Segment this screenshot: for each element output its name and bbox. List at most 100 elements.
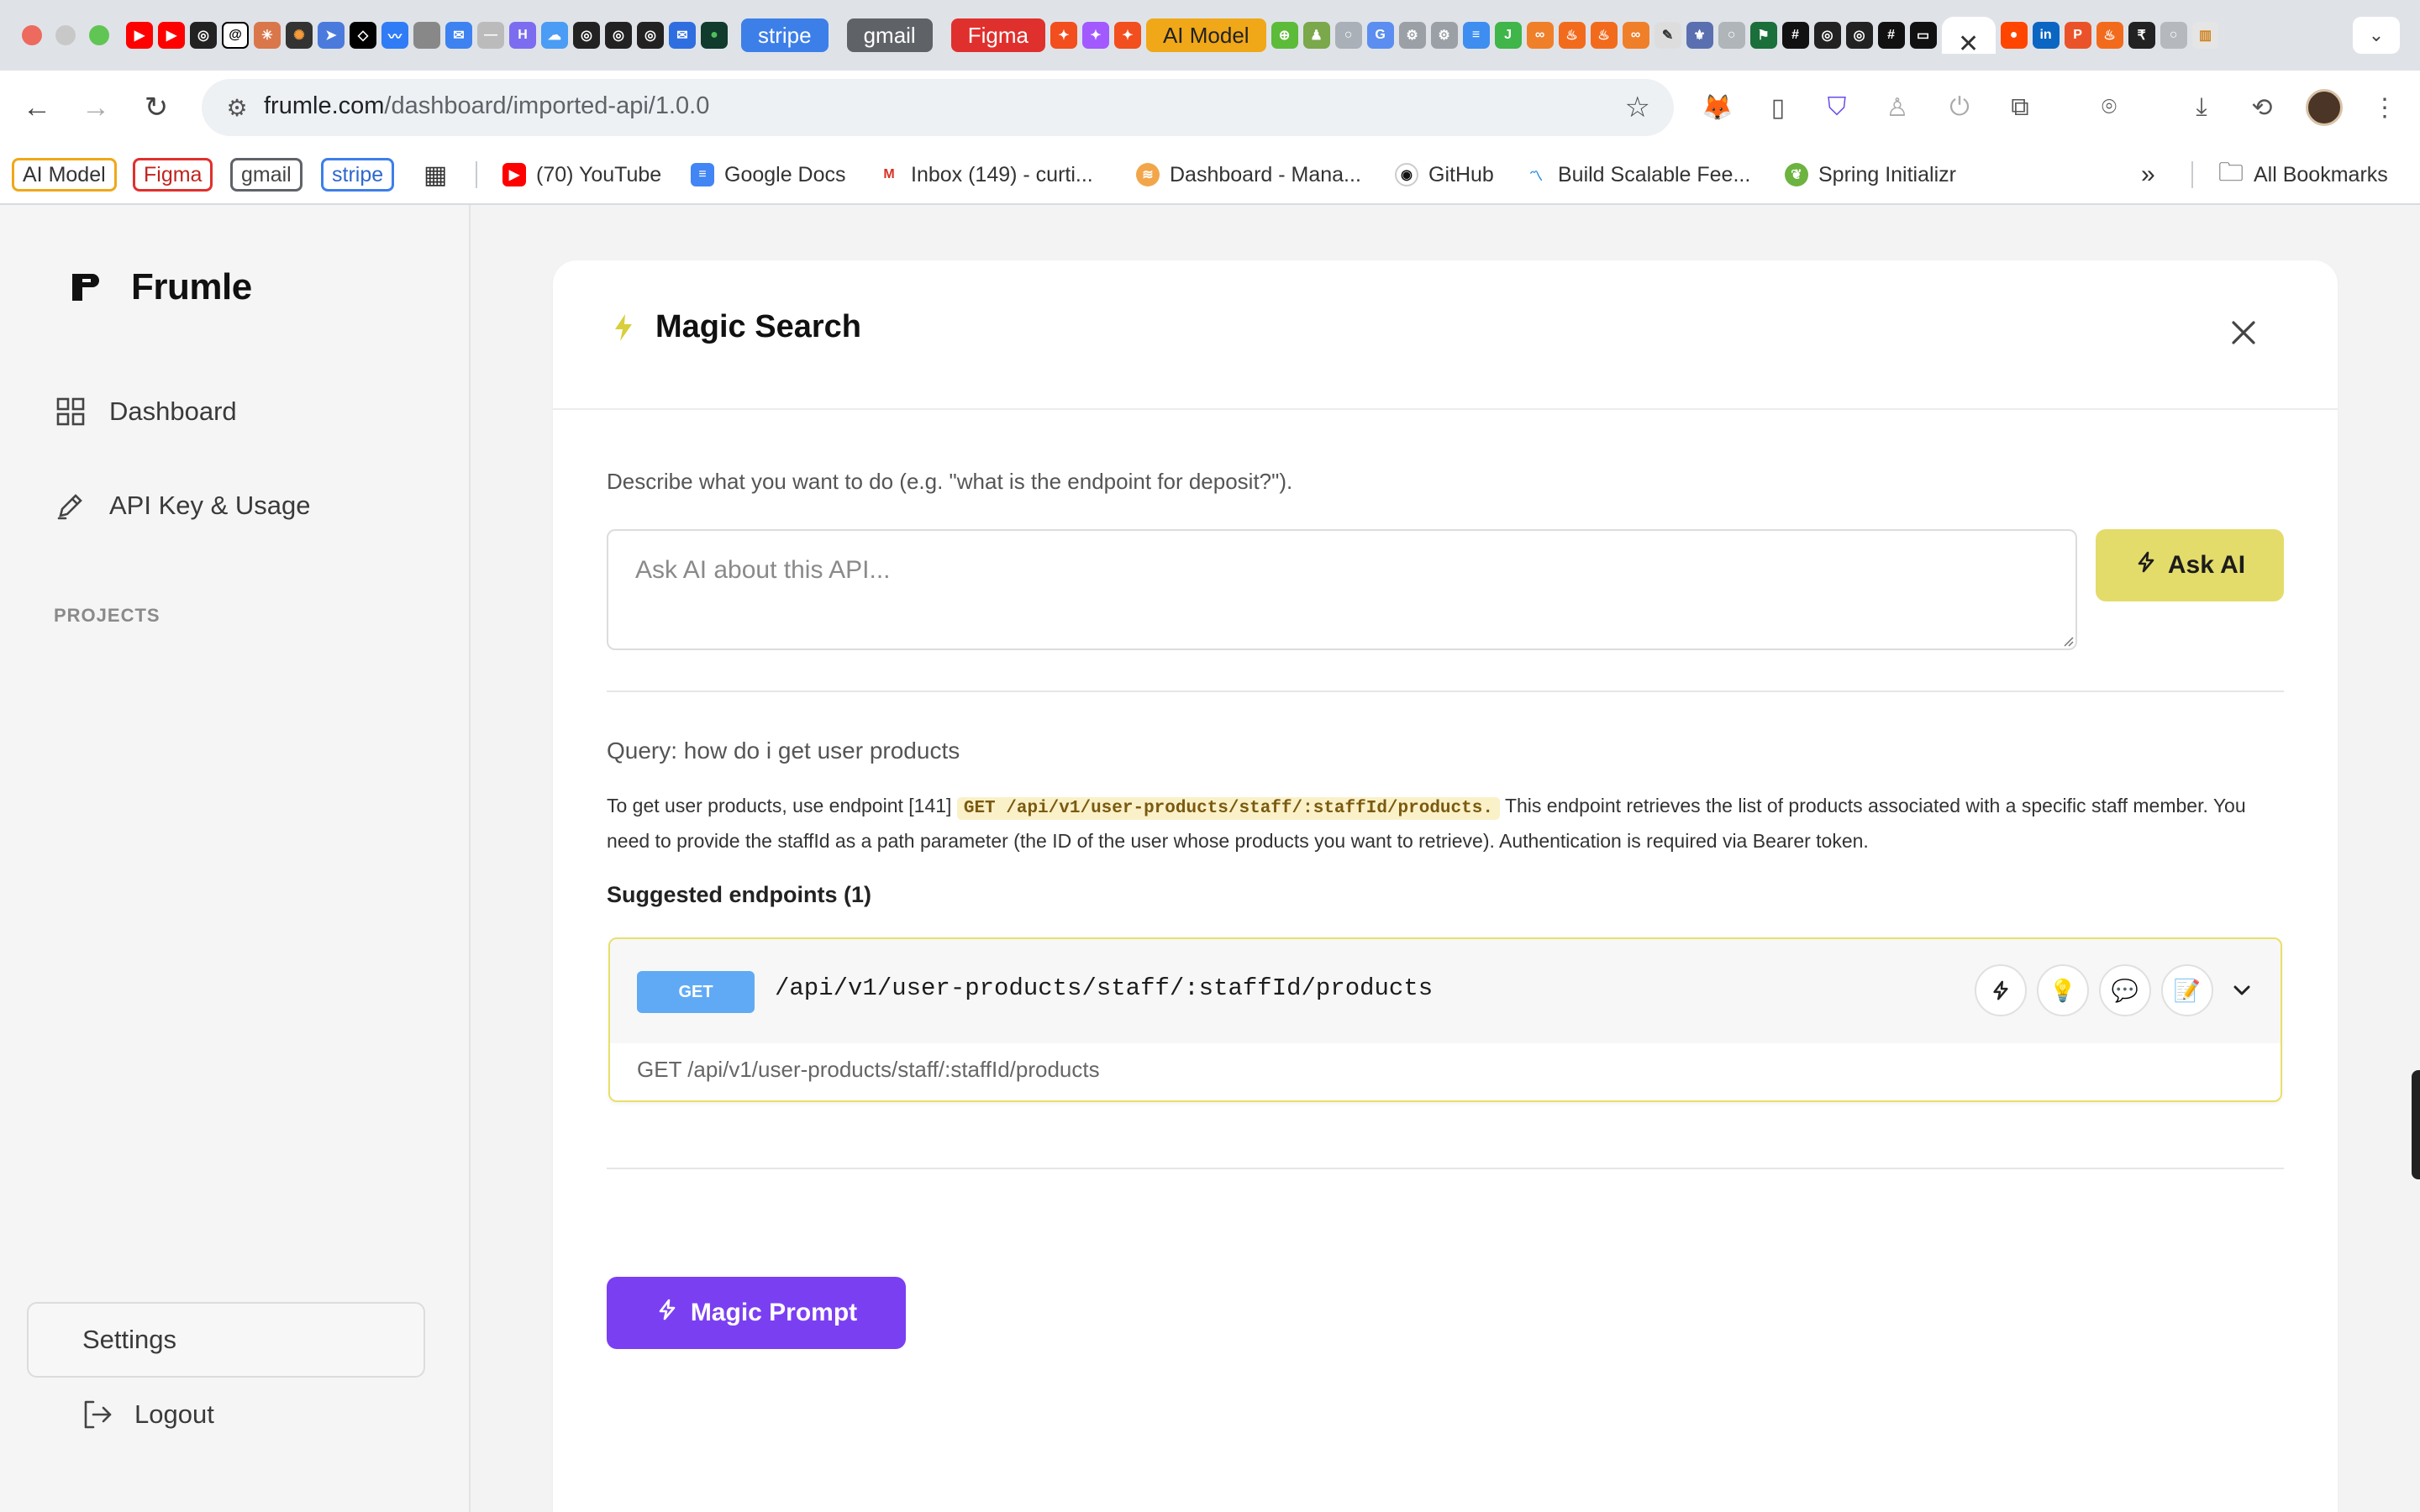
bookmark-figma[interactable]: Figma — [133, 158, 213, 192]
ask-ai-button[interactable]: Ask AI — [2096, 529, 2284, 601]
chrome-menu-icon[interactable]: ⋮ — [2366, 89, 2403, 126]
chart-tab-icon[interactable]: ▥ — [2191, 22, 2218, 49]
figma-tab-icon[interactable]: ✦ — [1050, 22, 1077, 49]
window-minimize-dot[interactable] — [55, 25, 76, 45]
bluesky-tab-icon[interactable]: ☁ — [541, 22, 568, 49]
bookmark-inbox[interactable]: M Inbox (149) - curti... — [877, 158, 1093, 192]
all-bookmarks[interactable]: 🗀 All Bookmarks — [2218, 158, 2388, 192]
youtube-tab-icon[interactable]: ▶ — [158, 22, 185, 49]
endpoint-header[interactable]: GET /api/v1/user-products/staff/:staffId… — [610, 939, 2281, 1043]
gear-tab-icon[interactable]: ⚙ — [1430, 22, 1458, 49]
chatgpt-tab-icon[interactable]: ◎ — [605, 22, 632, 49]
figma-tab-icon[interactable]: ✦ — [1113, 22, 1141, 49]
address-bar[interactable]: ⚙ frumle.com/dashboard/imported-api/1.0.… — [202, 79, 1674, 136]
bookmark-gmail[interactable]: gmail — [230, 158, 302, 192]
bookmark-build-scalable[interactable]: 〽 Build Scalable Fee... — [1524, 158, 1750, 192]
reload-icon[interactable]: ↻ — [138, 89, 175, 126]
chevron-down-icon[interactable] — [2223, 972, 2260, 1009]
green-tab-icon[interactable]: ⊕ — [1270, 22, 1298, 49]
tab-gmail[interactable]: gmail — [846, 18, 933, 52]
gear-tab-icon[interactable]: ⚙ — [1398, 22, 1426, 49]
openai-tab-icon[interactable]: ◎ — [1845, 22, 1873, 49]
messenger-tab-icon[interactable]: 〰 — [381, 22, 408, 49]
tab-figma[interactable]: Figma — [950, 18, 1045, 52]
chat-tab-icon[interactable]: ▭ — [1909, 22, 1937, 49]
bookmark-ai-model[interactable]: AI Model — [12, 158, 117, 192]
bookmark-spring-initializr[interactable]: ❦ Spring Initializr — [1785, 158, 1956, 192]
fire-tab-icon[interactable]: ♨ — [2096, 22, 2123, 49]
openai-tab-icon[interactable]: ◎ — [190, 22, 217, 49]
settings-button[interactable]: Settings — [27, 1302, 425, 1378]
bookmark-dashboard[interactable]: ≋ Dashboard - Mana... — [1136, 158, 1361, 192]
performance-icon[interactable]: ⟲ — [2244, 89, 2281, 126]
producthunt-tab-icon[interactable]: P — [2064, 22, 2091, 49]
mail-tab-icon[interactable]: ✉ — [445, 22, 472, 49]
chatgpt-tab-icon[interactable]: ◎ — [573, 22, 600, 49]
bookmark-google-docs[interactable]: ≡ Google Docs — [691, 158, 846, 192]
lightbulb-icon[interactable]: 💡 — [2037, 964, 2089, 1016]
hash-tab-icon[interactable]: # — [1781, 22, 1809, 49]
gray-tab-icon[interactable]: ○ — [1718, 22, 1745, 49]
close-icon[interactable] — [2227, 316, 2260, 349]
tab-ai-model[interactable]: AI Model — [1145, 18, 1266, 52]
link-tab-icon[interactable]: ∞ — [1622, 22, 1649, 49]
metamask-extension-icon[interactable]: 🦊 — [1699, 89, 1736, 126]
burst-tab-icon[interactable]: ✺ — [286, 22, 313, 49]
resize-handle-icon[interactable] — [2060, 633, 2074, 647]
openai-tab-icon[interactable]: ◎ — [1813, 22, 1841, 49]
apps-grid-icon[interactable]: ▦ — [424, 158, 447, 192]
profile-avatar[interactable] — [2306, 89, 2343, 126]
gray-tab-icon[interactable]: ○ — [2160, 22, 2187, 49]
green-tab-icon[interactable]: ♟ — [1302, 22, 1330, 49]
flag-tab-icon[interactable]: ⚑ — [1749, 22, 1777, 49]
reddit-tab-icon[interactable]: ● — [2000, 22, 2028, 49]
window-maximize-dot[interactable] — [89, 25, 109, 45]
hash-tab-icon[interactable]: # — [1877, 22, 1905, 49]
screenshot-icon[interactable]: ⌾ — [2091, 89, 2128, 126]
forward-arrow-icon[interactable]: → — [77, 89, 114, 126]
figure-extension-icon[interactable]: ♙ — [1879, 89, 1916, 126]
url-text[interactable]: frumle.com/dashboard/imported-api/1.0.0 — [264, 92, 709, 120]
chat-bubble-icon[interactable]: 💬 — [2099, 964, 2151, 1016]
phone-extension-icon[interactable]: ▯ — [1760, 89, 1797, 126]
active-tab-close-icon[interactable]: ✕ — [1941, 17, 1996, 54]
side-panel-handle[interactable] — [2412, 1070, 2420, 1179]
download-icon[interactable]: ⤓ — [2183, 89, 2220, 126]
sidebar-item-api-key-usage[interactable]: API Key & Usage — [54, 489, 311, 522]
spark-tab-icon[interactable]: ➤ — [318, 22, 345, 49]
mail-tab-icon[interactable]: ✉ — [669, 22, 696, 49]
sidebar-item-dashboard[interactable]: Dashboard — [54, 395, 237, 428]
dash-tab-icon[interactable]: — — [477, 22, 504, 49]
apple-tab-icon[interactable] — [413, 22, 440, 49]
link-tab-icon[interactable]: ∞ — [1526, 22, 1554, 49]
ask-ai-input[interactable] — [607, 529, 2077, 650]
logout-button[interactable]: Logout — [81, 1398, 214, 1431]
linkedin-tab-icon[interactable]: in — [2032, 22, 2060, 49]
chatgpt-tab-icon[interactable]: ◎ — [637, 22, 664, 49]
endpoint-card[interactable]: GET /api/v1/user-products/staff/:staffId… — [608, 937, 2282, 1102]
bookmark-star-icon[interactable]: ☆ — [1625, 91, 1650, 124]
claude-tab-icon[interactable]: ✳ — [254, 22, 281, 49]
translate-tab-icon[interactable]: G — [1366, 22, 1394, 49]
notion-tab-icon[interactable]: ◇ — [350, 22, 376, 49]
jiji-tab-icon[interactable]: J — [1494, 22, 1522, 49]
youtube-tab-icon[interactable]: ▶ — [126, 22, 153, 49]
fire-tab-icon[interactable]: ♨ — [1590, 22, 1618, 49]
seal-tab-icon[interactable]: ⚜ — [1686, 22, 1713, 49]
hashnode-tab-icon[interactable]: H — [509, 22, 536, 49]
rupee-tab-icon[interactable]: ₹ — [2128, 22, 2155, 49]
window-close-dot[interactable] — [22, 25, 42, 45]
site-info-icon[interactable]: ⚙ — [222, 92, 252, 123]
bookmark-youtube[interactable]: ▶ (70) YouTube — [502, 158, 661, 192]
magic-prompt-button[interactable]: Magic Prompt — [607, 1277, 906, 1349]
sheet-tab-icon[interactable]: ≡ — [1462, 22, 1490, 49]
bookmark-stripe[interactable]: stripe — [321, 158, 395, 192]
back-arrow-icon[interactable]: ← — [18, 89, 55, 126]
bookmarks-overflow-icon[interactable]: » — [2141, 158, 2155, 192]
lightning-action-button[interactable] — [1975, 964, 2027, 1016]
gray-tab-icon[interactable]: ○ — [1334, 22, 1362, 49]
memo-icon[interactable]: 📝 — [2161, 964, 2213, 1016]
shield-extension-icon[interactable]: ⛉ — [1818, 89, 1855, 126]
figma-tab-icon[interactable]: ✦ — [1081, 22, 1109, 49]
tab-stripe[interactable]: stripe — [741, 18, 829, 52]
